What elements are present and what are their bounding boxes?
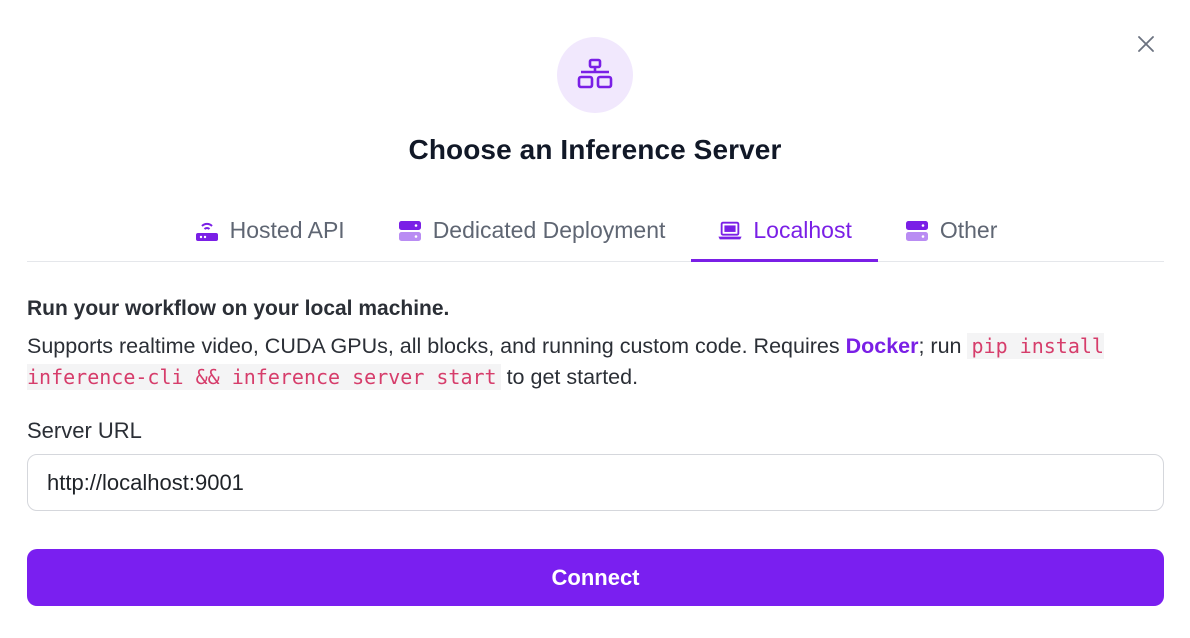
tab-label: Other <box>939 217 998 243</box>
connect-button[interactable]: Connect <box>27 549 1164 606</box>
server-type-tabs: Hosted API Dedicated Deployment Localhos… <box>27 200 1164 262</box>
server-url-input[interactable] <box>27 454 1164 511</box>
inference-server-dialog: Choose an Inference Server Hosted API De… <box>0 0 1190 638</box>
laptop-icon <box>717 218 743 244</box>
tab-hosted-api[interactable]: Hosted API <box>168 200 371 261</box>
tab-content-localhost: Run your workflow on your local machine.… <box>27 293 1164 393</box>
tab-localhost[interactable]: Localhost <box>691 200 879 262</box>
docker-link[interactable]: Docker <box>846 334 919 358</box>
tab-dedicated-deployment[interactable]: Dedicated Deployment <box>371 200 692 261</box>
network-icon <box>577 58 613 89</box>
dialog-title: Choose an Inference Server <box>408 134 782 165</box>
close-icon <box>1138 36 1154 52</box>
tab-other[interactable]: Other <box>878 200 1024 261</box>
tab-label: Dedicated Deployment <box>432 217 666 243</box>
close-button[interactable] <box>1132 30 1160 58</box>
description-body: Supports realtime video, CUDA GPUs, all … <box>27 331 1164 393</box>
router-icon <box>194 218 220 244</box>
description-text: Supports realtime video, CUDA GPUs, all … <box>27 334 846 358</box>
tab-label: Localhost <box>753 217 852 243</box>
server-icon <box>397 218 423 244</box>
server-icon <box>904 218 930 244</box>
description-text: ; run <box>918 334 968 358</box>
header-icon-circle <box>557 37 633 113</box>
tab-label: Hosted API <box>229 217 345 243</box>
description-text: to get started. <box>500 365 639 389</box>
server-url-label: Server URL <box>27 418 142 443</box>
description-heading: Run your workflow on your local machine. <box>27 297 450 320</box>
